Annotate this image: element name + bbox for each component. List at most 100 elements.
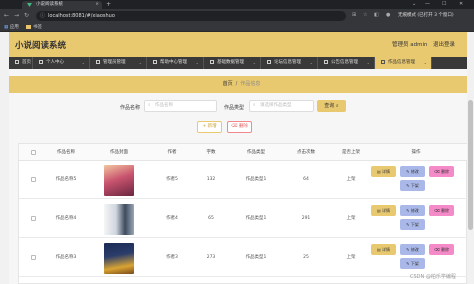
edit-button[interactable]: ✎ 修改 [400,166,425,177]
info-icon[interactable]: ⓘ [40,11,45,21]
minimize-button[interactable]: — [425,0,430,9]
col-author[interactable]: 作者 [147,144,197,161]
cover-image [104,204,134,235]
forward-icon[interactable]: → [14,12,19,19]
new-tab-button[interactable]: + [106,1,111,8]
scrollbar-thumb[interactable] [468,100,473,230]
type-select[interactable]: ⌕ 请选择作品类型 [249,100,314,112]
chevron-down-icon: ⌄ [138,60,142,65]
row-actions: ▤ 详情 ✎ 修改 ⌫ 删除 ✎ 下架 [371,166,461,196]
menu-item-personal[interactable]: 个人中心 ⌄ [33,57,90,69]
edit-button[interactable]: ✎ 修改 [400,244,425,255]
name-label: 作品名称 [120,105,141,111]
menu-item-works[interactable]: 作品信息管理 ⌄ [375,57,432,69]
cell-words: 132 [206,177,216,182]
batch-delete-button[interactable]: ⌫ 删除 [227,121,252,133]
back-icon[interactable]: ← [4,12,9,19]
cell-clicks: 25 [303,255,309,260]
profile-label[interactable]: 无痕模式 (已打开 3 个窗口) [398,12,454,18]
tab-title: 小说阅读系统 [36,2,63,7]
pencil-icon: ✎ [406,208,410,213]
top-menu: 首页 个人中心 ⌄ 管理员管理 ⌄ 帮助中心管理 ⌄ 基础数据管理 ⌄ 论坛信息管理 ⌄ … [9,57,474,69]
menu-item-help[interactable]: 帮助中心管理 ⌄ [147,57,204,69]
row-checkbox[interactable] [31,255,36,260]
pencil-icon: ✎ [406,169,410,174]
menu-item-home[interactable]: 首页 [9,57,33,69]
trash-icon: ⌫ [231,124,238,129]
chevron-down-icon: ⌄ [366,60,370,65]
breadcrumb-home[interactable]: 首页 [223,81,233,87]
close-window-button[interactable]: ✕ [459,0,463,9]
table-header: 作品名称 作品封面 作者 字数 作品类型 点击次数 是否上架 操作 [19,144,468,161]
cell-author: 作者4 [166,216,178,221]
edit-button[interactable]: ✎ 修改 [400,205,425,216]
cell-author: 作者3 [166,255,178,260]
pencil-icon: ✎ [406,222,410,227]
extension-icon[interactable]: ◧ [374,12,379,18]
menu-item-forum[interactable]: 论坛信息管理 ⌄ [261,57,318,69]
home-icon [15,59,19,64]
row-checkbox[interactable] [31,216,36,221]
unlist-button[interactable]: ✎ 下架 [400,258,425,269]
col-ops: 操作 [411,150,421,155]
browser-tab[interactable]: 小说阅读系统 × [22,1,102,9]
incognito-icon: ● [386,12,391,18]
menu-item-admins[interactable]: 管理员管理 ⌄ [90,57,147,69]
type-label: 作品类型 [224,105,245,111]
bookmark-folder[interactable]: 书签 [26,24,42,31]
admin-label: 管理员 admin [392,42,428,48]
reload-icon[interactable]: ↻ [24,12,29,19]
translate-icon[interactable]: ⊞ [352,12,356,18]
unlist-button[interactable]: ✎ 下架 [400,180,425,191]
trash-icon: ⌫ [434,247,440,252]
vue-favicon-icon [27,3,32,7]
breadcrumb: 首页 / 作品信息 [9,76,474,93]
chevron-down-icon: ⌄ [252,60,256,65]
tab-search-icon[interactable]: ⌄ [412,0,416,9]
tab-close-icon[interactable]: × [95,1,99,9]
cell-status: 上架 [346,255,356,260]
cell-author: 作者5 [166,177,178,182]
address-bar-area: ← → ↻ ⓘ localhost:8081/#/xiaoshuo ⊞ ☆ ◧ … [0,9,474,23]
select-all-checkbox[interactable] [31,150,36,155]
data-icon [210,59,214,64]
col-words[interactable]: 字数 [191,144,231,161]
cell-type: 作品类型1 [245,177,267,182]
maximize-button[interactable]: ☐ [442,0,446,9]
chevron-down-icon: ⌄ [309,60,313,65]
watermark: CSDN @柏乐学编程 [410,274,456,280]
menu-item-notice[interactable]: 公告信息管理 ⌄ [318,57,375,69]
name-search-input[interactable]: ⌕ 作品名称 [144,100,217,112]
cell-name: 作品名称5 [55,177,77,182]
doc-icon: ▤ [376,247,381,252]
url-input[interactable]: ⓘ localhost:8081/#/xiaoshuo [36,11,346,21]
col-status[interactable]: 是否上架 [326,144,376,161]
bookmark-star-icon[interactable]: ☆ [363,12,367,18]
cell-words: 273 [206,255,216,260]
delete-button[interactable]: ⌫ 删除 [429,244,454,255]
logout-link[interactable]: 退出登录 [433,40,455,48]
search-icon: ⌕ [253,103,256,108]
row-checkbox[interactable] [31,177,36,182]
works-table: 作品名称 作品封面 作者 字数 作品类型 点击次数 是否上架 操作 作品名称5 … [18,143,468,284]
forum-icon [267,59,271,64]
bookmark-apps[interactable]: ▦ 应用 [4,24,19,31]
delete-button[interactable]: ⌫ 删除 [429,205,454,216]
unlist-button[interactable]: ✎ 下架 [400,219,425,230]
add-button[interactable]: + 新增 [197,121,222,133]
cell-type: 作品类型1 [245,255,267,260]
detail-button[interactable]: ▤ 详情 [371,205,396,216]
delete-button[interactable]: ⌫ 删除 [429,166,454,177]
detail-button[interactable]: ▤ 详情 [371,166,396,177]
col-type[interactable]: 作品类型 [231,144,281,161]
menu-item-basic-data[interactable]: 基础数据管理 ⌄ [204,57,261,69]
cell-words: 65 [208,216,214,221]
col-clicks[interactable]: 点击次数 [281,144,331,161]
col-name[interactable]: 作品名称 [41,144,91,161]
table-row: 作品名称5 作者5 132 作品类型1 64 上架 ▤ 详情 ✎ 修改 ⌫ 删除… [19,161,468,199]
detail-button[interactable]: ▤ 详情 [371,244,396,255]
pencil-icon: ✎ [406,261,410,266]
query-button[interactable]: 查询 ⌕ [317,100,346,112]
url-text: localhost:8081/#/xiaoshuo [48,13,115,19]
app-viewport: 小说阅读系统 管理员 admin 退出登录 首页 个人中心 ⌄ 管理员管理 ⌄ 帮助… [9,32,474,284]
